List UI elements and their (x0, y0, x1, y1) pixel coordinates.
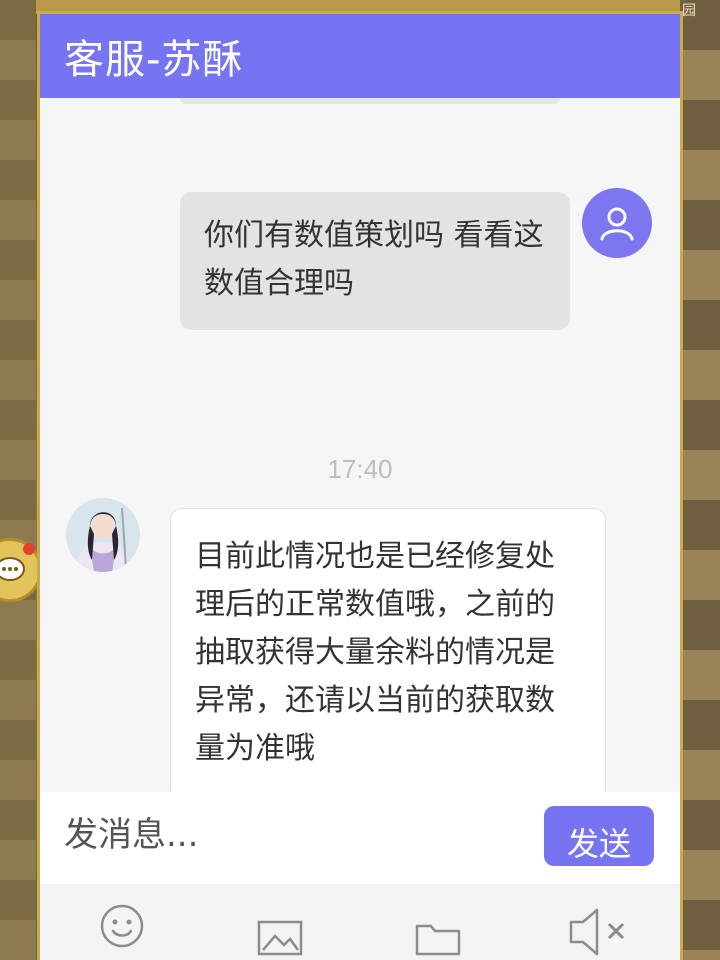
message-list[interactable]: 你们有数值策划吗 看看这数值合理吗 17:40 目前此情况也是已经修复处理后的正… (40, 98, 680, 800)
previous-message-stub (180, 98, 560, 104)
folder-icon[interactable] (410, 910, 466, 960)
incoming-message: 目前此情况也是已经修复处理后的正常数值哦，之前的抽取获得大量余料的情况是异常，还… (170, 508, 606, 800)
game-background-right (680, 0, 720, 960)
message-input[interactable] (62, 802, 536, 868)
image-icon[interactable] (252, 910, 308, 960)
composer-bar: 发送 (40, 792, 680, 884)
notification-dot (23, 543, 35, 555)
game-background-left (0, 0, 36, 960)
agent-avatar[interactable] (66, 498, 140, 572)
send-button[interactable]: 发送 (544, 806, 654, 866)
smiley-icon[interactable] (94, 898, 150, 954)
background-corner-text: 园 (682, 3, 696, 19)
game-background-top (36, 0, 680, 14)
window-title: 客服-苏酥 (40, 14, 680, 98)
user-icon (600, 207, 634, 241)
outgoing-message: 你们有数值策划吗 看看这数值合理吗 (180, 192, 570, 330)
bottom-toolbar (40, 884, 680, 960)
user-avatar[interactable] (582, 188, 652, 258)
customer-service-panel: 客服-苏酥 你们有数值策划吗 看看这数值合理吗 17:40 目前此情况也是已经修… (40, 14, 680, 960)
message-timestamp: 17:40 (327, 454, 393, 484)
speaker-mute-icon[interactable] (564, 904, 634, 960)
